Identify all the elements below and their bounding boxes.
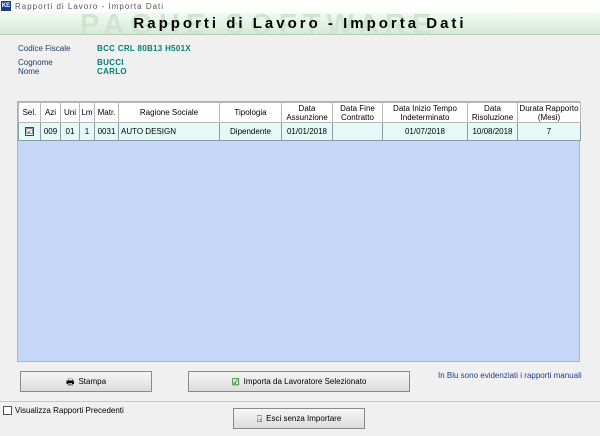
codice-fiscale-row: Codice Fiscale BCC CRL 80B13 H501X (18, 44, 191, 53)
stampa-button-label: Stampa (78, 377, 107, 386)
page-title: Rapporti di Lavoro - Importa Dati (133, 15, 467, 32)
table-row[interactable]: ☑ 009 01 1 0031 AUTO DESIGN Dipendente 0… (18, 122, 581, 141)
legend-text: In Blu sono evidenziati i rapporti manua… (438, 371, 582, 380)
visualizza-checkbox-label: Visualizza Rapporti Precedenti (15, 406, 124, 415)
nome-value: CARLO (97, 67, 127, 76)
printer-icon: 🖶 (65, 376, 75, 387)
codice-fiscale-value: BCC CRL 80B13 H501X (97, 44, 192, 53)
cell-durata-rapporto: 7 (517, 122, 581, 141)
visualizza-rapporti-precedenti-checkbox[interactable]: Visualizza Rapporti Precedenti (3, 406, 124, 415)
nome-label: Nome (18, 67, 40, 76)
rapporti-table: Sel. Azi Uni Lm Matr. Ragione Sociale Ti… (18, 102, 581, 141)
visualizza-checkbox-box[interactable] (3, 406, 12, 415)
column-header-lm[interactable]: Lm (79, 102, 95, 123)
cognome-row: Cognome BUCCI (18, 58, 124, 67)
exit-icon: ⍈ (256, 413, 263, 424)
stampa-button[interactable]: 🖶 Stampa (20, 371, 152, 392)
column-header-data-risoluzione[interactable]: Data Risoluzione (467, 102, 518, 123)
cell-ragione-sociale: AUTO DESIGN (118, 122, 220, 141)
importa-button[interactable]: ☑ Importa da Lavoratore Selezionato (188, 371, 410, 392)
table-header-row: Sel. Azi Uni Lm Matr. Ragione Sociale Ti… (18, 102, 581, 123)
nome-row: Nome CARLO (18, 67, 127, 76)
row-select-checkbox[interactable]: ☑ (25, 127, 34, 136)
column-header-azi[interactable]: Azi (40, 102, 61, 123)
cognome-label: Cognome (18, 58, 53, 67)
row-select-cell[interactable]: ☑ (18, 122, 41, 141)
cell-tipologia: Dipendente (219, 122, 282, 141)
cell-uni: 01 (60, 122, 80, 141)
column-header-data-fine-contratto[interactable]: Data Fine Contratto (332, 102, 383, 123)
cognome-value: BUCCI (97, 58, 124, 67)
cell-lm: 1 (79, 122, 95, 141)
esci-button[interactable]: ⍈ Esci senza Importare (233, 408, 365, 429)
import-check-icon: ☑ (231, 376, 240, 387)
divider (0, 401, 600, 402)
cell-data-fine-contratto (332, 122, 383, 141)
rapporti-grid[interactable]: Sel. Azi Uni Lm Matr. Ragione Sociale Ti… (17, 101, 581, 362)
importa-button-label: Importa da Lavoratore Selezionato (243, 377, 367, 386)
window-titlebar: KE Rapporti di Lavoro - Importa Dati (0, 0, 600, 12)
codice-fiscale-label: Codice Fiscale (18, 44, 71, 53)
column-header-sel[interactable]: Sel. (18, 102, 41, 123)
column-header-data-assunzione[interactable]: Data Assunzione (281, 102, 333, 123)
column-header-matr[interactable]: Matr. (94, 102, 119, 123)
cell-data-inizio-tempo-indeterminato: 01/07/2018 (382, 122, 468, 141)
cell-azi: 009 (40, 122, 61, 141)
column-header-ragione-sociale[interactable]: Ragione Sociale (118, 102, 220, 123)
column-header-tipologia[interactable]: Tipologia (219, 102, 282, 123)
window-title: Rapporti di Lavoro - Importa Dati (15, 1, 165, 11)
cell-matr: 0031 (94, 122, 119, 141)
esci-button-label: Esci senza Importare (266, 414, 342, 423)
column-header-data-inizio-tempo-indeterminato[interactable]: Data Inizio Tempo Indeterminato (382, 102, 468, 123)
header-banner: PAGHE SOFTWARE Rapporti di Lavoro - Impo… (0, 12, 600, 35)
cell-data-risoluzione: 10/08/2018 (467, 122, 518, 141)
app-icon: KE (1, 1, 11, 11)
column-header-durata-rapporto[interactable]: Durata Rapporto (Mesi) (517, 102, 581, 123)
column-header-uni[interactable]: Uni (60, 102, 80, 123)
cell-data-assunzione: 01/01/2018 (281, 122, 333, 141)
